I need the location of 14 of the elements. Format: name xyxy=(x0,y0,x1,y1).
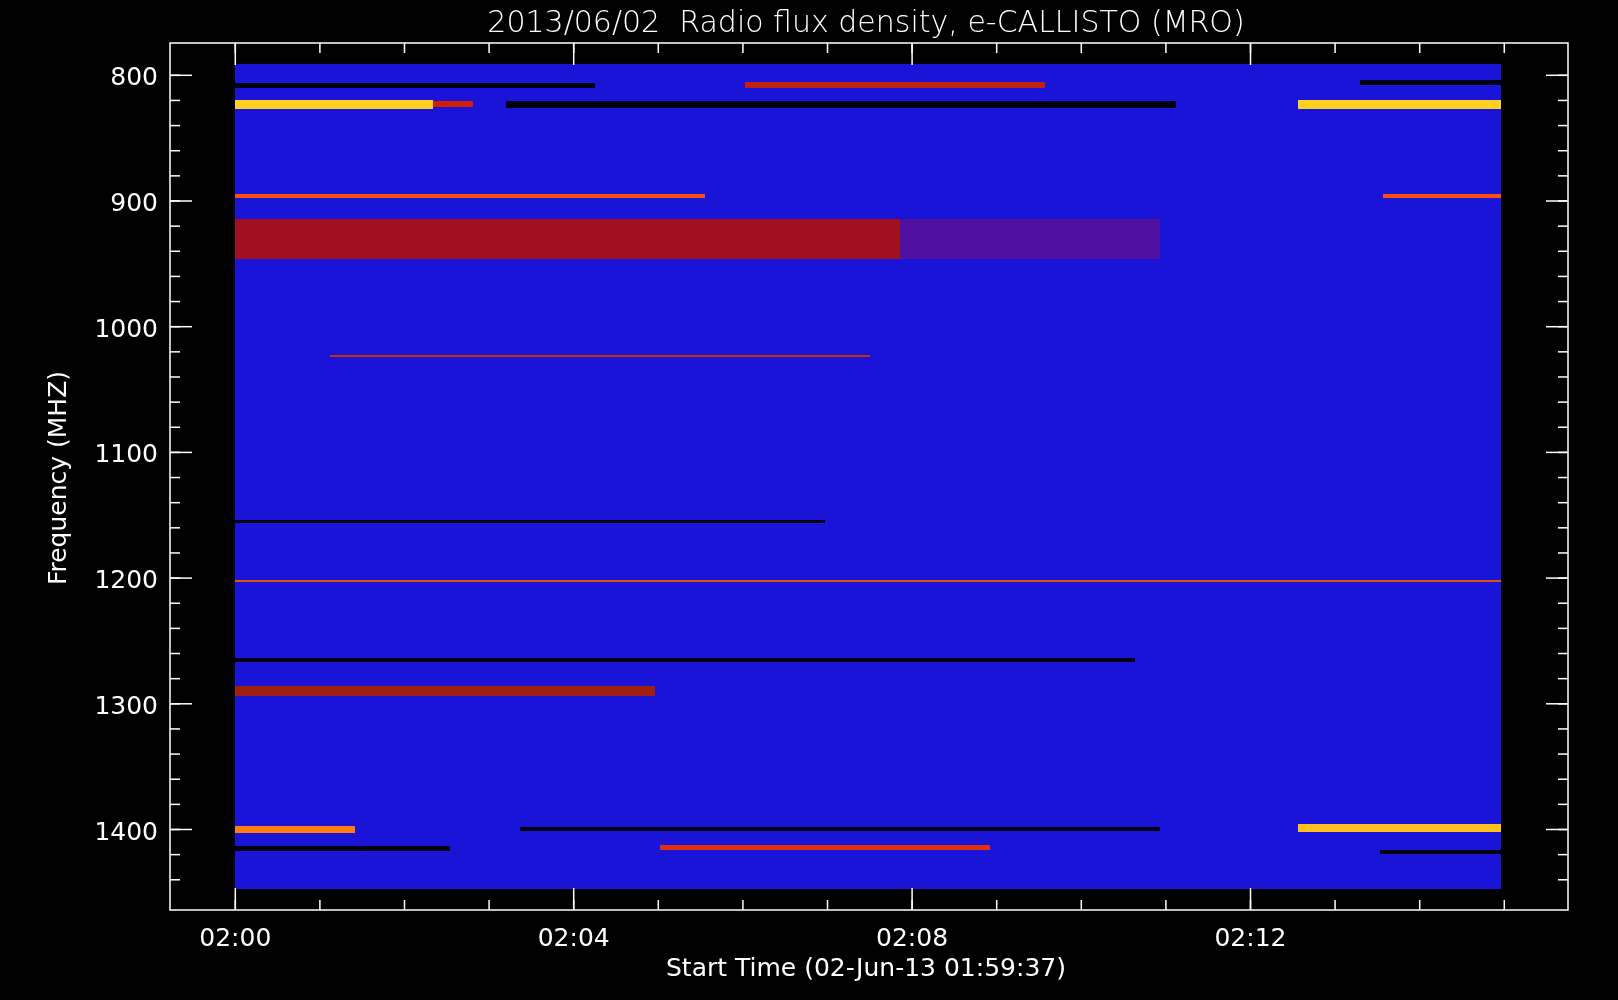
y-tick-label: 1200 xyxy=(94,565,158,595)
y-tick-label: 900 xyxy=(110,188,158,217)
y-tick-label: 1000 xyxy=(94,313,158,343)
x-tick-label: 02:04 xyxy=(537,923,610,952)
y-axis-label: Frequency (MHZ) xyxy=(43,370,72,586)
y-tick-label: 800 xyxy=(110,62,158,92)
y-tick-label: 1400 xyxy=(94,816,158,846)
x-axis-label: Start Time (02-Jun-13 01:59:37) xyxy=(666,953,1066,982)
chart-title: 2013/06/02 Radio flux density, e-CALLISTO (MRO) xyxy=(487,4,1245,39)
x-tick-label: 02:12 xyxy=(1214,923,1287,952)
x-tick-label: 02:00 xyxy=(199,923,272,952)
y-tick-label: 1100 xyxy=(94,439,158,469)
y-tick-label: 1300 xyxy=(94,690,158,720)
x-tick-label: 02:08 xyxy=(876,923,949,952)
